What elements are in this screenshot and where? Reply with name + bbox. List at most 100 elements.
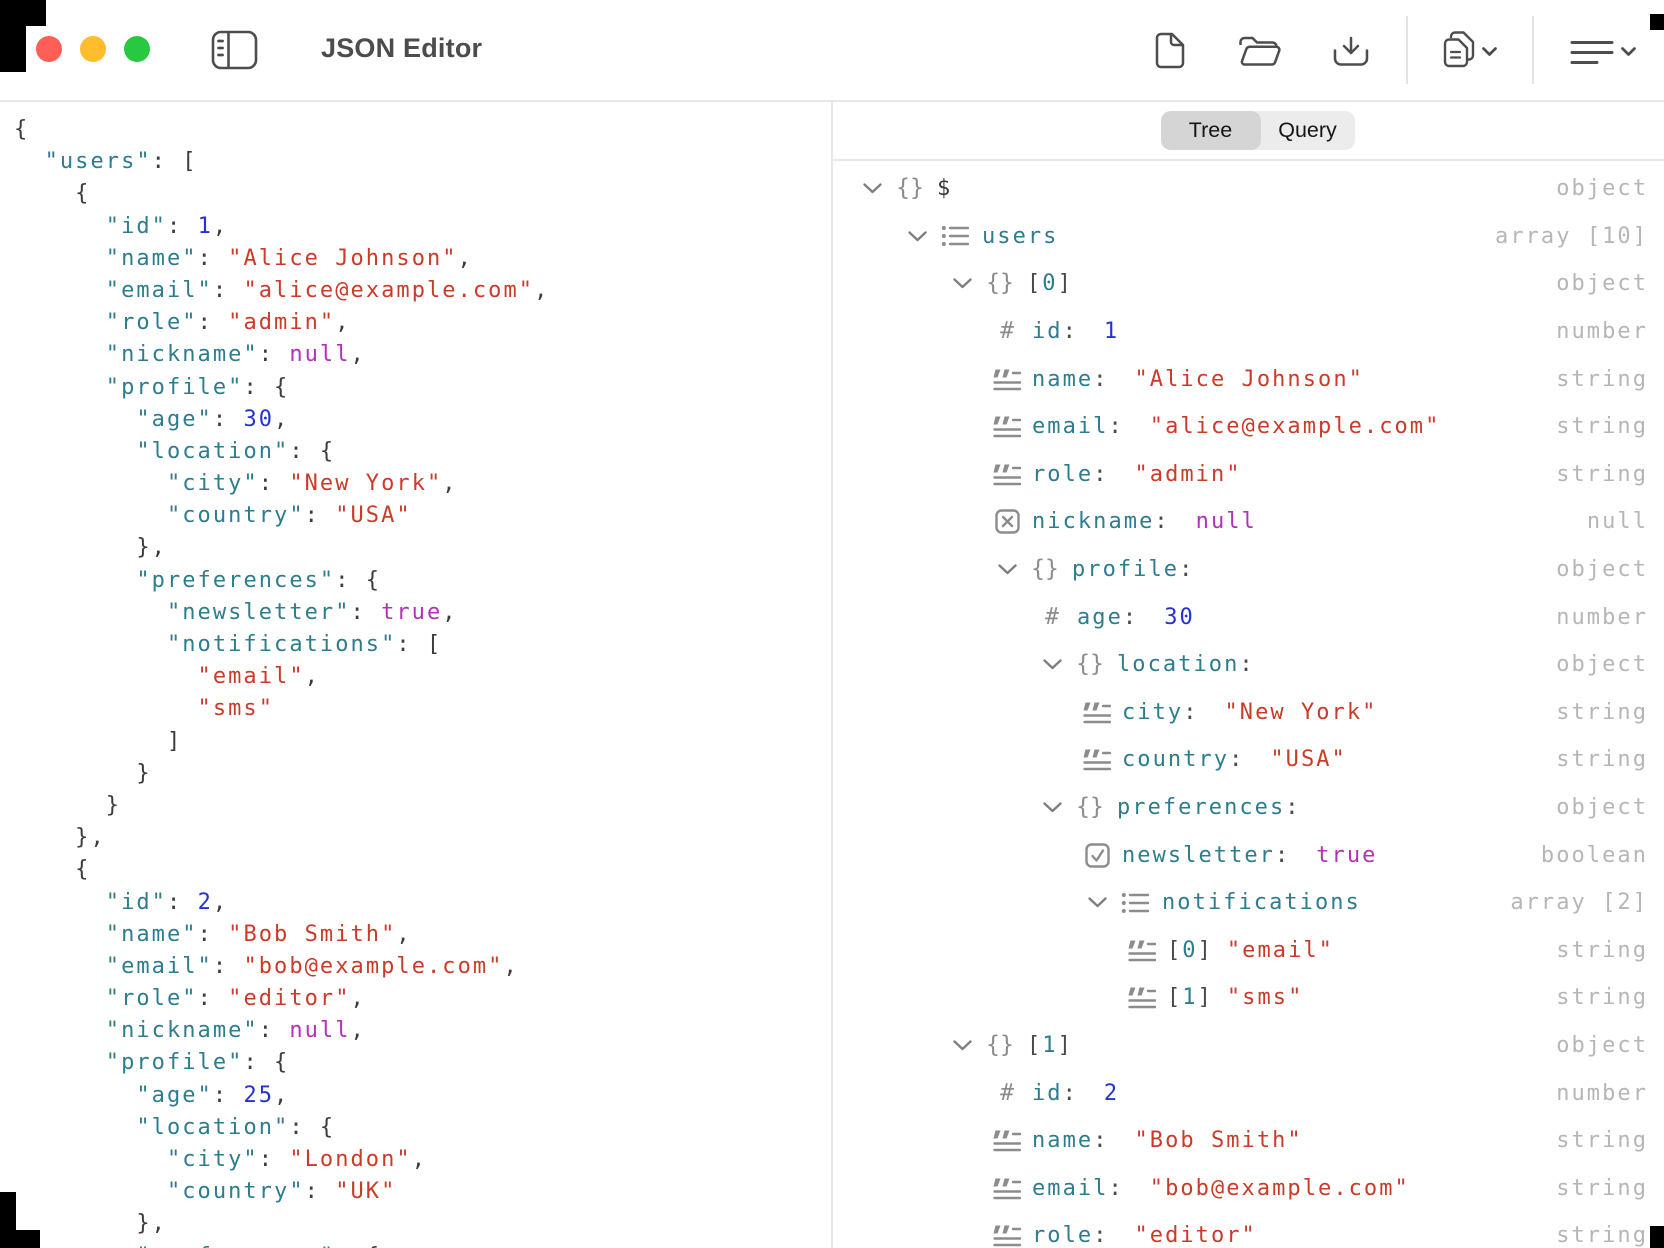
- tree-node-type: number: [1556, 605, 1648, 630]
- json-source-editor[interactable]: { "users": [ { "id": 1, "name": "Alice J…: [0, 102, 831, 1248]
- json-editor-window: JSON Editor: [0, 0, 1664, 1248]
- tree-node-label: role:: [1032, 462, 1108, 487]
- expand-chevron-icon[interactable]: [994, 563, 1020, 576]
- tab-query[interactable]: Query: [1261, 111, 1355, 150]
- number-sign-icon: #: [994, 1082, 1020, 1105]
- new-document-icon: [1154, 32, 1186, 69]
- save-export-button[interactable]: [1332, 36, 1370, 72]
- tree-row[interactable]: notificationsarray [2]: [833, 879, 1664, 927]
- tree-row[interactable]: role:"editor"string: [833, 1212, 1664, 1248]
- tree-node-label: id:: [1032, 319, 1078, 344]
- braces-icon: {}: [1077, 796, 1103, 819]
- code-line: "name": "Alice Johnson",: [14, 243, 831, 275]
- code-line: ]: [14, 726, 831, 758]
- code-line: {: [14, 178, 831, 210]
- text-quote-icon: [994, 415, 1020, 438]
- expand-chevron-icon[interactable]: [859, 182, 885, 195]
- tree-row[interactable]: usersarray [10]: [833, 213, 1664, 261]
- code-line: "role": "admin",: [14, 307, 831, 339]
- tree-row[interactable]: name:"Bob Smith"string: [833, 1117, 1664, 1165]
- tree-row[interactable]: nickname:nullnull: [833, 498, 1664, 546]
- tree-row[interactable]: {}profile:object: [833, 546, 1664, 594]
- number-sign-icon: #: [994, 320, 1020, 343]
- crop-mark-bottom-right: [1650, 1226, 1664, 1248]
- code-line: "nickname": null,: [14, 339, 831, 371]
- code-line: "preferences": {: [14, 1241, 831, 1248]
- chevron-down-icon: [1620, 46, 1637, 57]
- open-folder-icon: [1238, 35, 1282, 66]
- tree-node-type: string: [1556, 747, 1648, 772]
- open-file-button[interactable]: [1238, 35, 1282, 71]
- sidebar-icon: [211, 30, 258, 70]
- text-lines-icon: [1570, 40, 1614, 66]
- crop-mark-top-left-tail: [0, 0, 26, 72]
- code-line: "country": "USA": [14, 500, 831, 532]
- expand-chevron-icon[interactable]: [904, 230, 930, 243]
- code-line: "id": 2,: [14, 887, 831, 919]
- new-document-button[interactable]: [1154, 32, 1186, 74]
- tree-node-value: "New York": [1224, 700, 1377, 725]
- tree-node-value: 30: [1164, 605, 1195, 630]
- code-line: "location": {: [14, 1112, 831, 1144]
- code-line: "age": 25,: [14, 1080, 831, 1112]
- expand-chevron-icon[interactable]: [949, 277, 975, 290]
- tree-node-value: "email": [1227, 938, 1334, 963]
- tree-node-label: age:: [1077, 605, 1138, 630]
- format-menu-chevron[interactable]: [1620, 44, 1637, 62]
- tree-row[interactable]: role:"admin"string: [833, 451, 1664, 499]
- null-crossed-box-icon: [994, 509, 1020, 534]
- tree-row[interactable]: {}location:object: [833, 641, 1664, 689]
- toolbar-divider: [1532, 16, 1534, 84]
- close-button[interactable]: [36, 36, 62, 62]
- tree-row[interactable]: {}[1]object: [833, 1022, 1664, 1070]
- expand-chevron-icon[interactable]: [1039, 801, 1065, 814]
- expand-chevron-icon[interactable]: [1084, 896, 1110, 909]
- tree-row[interactable]: #id:1number: [833, 308, 1664, 356]
- tree-row[interactable]: newsletter:trueboolean: [833, 831, 1664, 879]
- tree-node-value: true: [1316, 843, 1377, 868]
- copy-menu-button[interactable]: [1442, 30, 1476, 73]
- tree-row[interactable]: name:"Alice Johnson"string: [833, 355, 1664, 403]
- tree-row[interactable]: {}preferences:object: [833, 784, 1664, 832]
- tree-row[interactable]: email:"bob@example.com"string: [833, 1164, 1664, 1212]
- braces-icon: {}: [897, 177, 923, 200]
- sidebar-toggle-button[interactable]: [211, 30, 258, 75]
- copy-documents-icon: [1442, 30, 1476, 68]
- code-line: "newsletter": true,: [14, 597, 831, 629]
- tree-row[interactable]: {}$object: [833, 165, 1664, 213]
- tree-row[interactable]: [1]"sms"string: [833, 974, 1664, 1022]
- tree-row[interactable]: #age:30number: [833, 593, 1664, 641]
- format-menu-button[interactable]: [1570, 40, 1614, 71]
- code-line: "name": "Bob Smith",: [14, 919, 831, 951]
- tree-row[interactable]: country:"USA"string: [833, 736, 1664, 784]
- expand-chevron-icon[interactable]: [1039, 658, 1065, 671]
- expand-chevron-icon[interactable]: [949, 1039, 975, 1052]
- tree-row[interactable]: email:"alice@example.com"string: [833, 403, 1664, 451]
- tree-node-value: "admin": [1134, 462, 1241, 487]
- code-line: "preferences": {: [14, 565, 831, 597]
- copy-menu-chevron[interactable]: [1481, 44, 1498, 62]
- tree-row[interactable]: city:"New York"string: [833, 689, 1664, 737]
- tree-node-type: string: [1556, 985, 1648, 1010]
- tree-node-type: object: [1556, 176, 1648, 201]
- tree-node-value: "editor": [1134, 1223, 1256, 1248]
- tree-row[interactable]: [0]"email"string: [833, 927, 1664, 975]
- tree-row[interactable]: #id:2number: [833, 1069, 1664, 1117]
- code-line: },: [14, 1208, 831, 1240]
- tree-node-value: null: [1196, 509, 1257, 534]
- tab-tree[interactable]: Tree: [1161, 111, 1261, 150]
- tree-node-value: "Alice Johnson": [1134, 367, 1363, 392]
- code-line: "city": "New York",: [14, 468, 831, 500]
- minimize-button[interactable]: [80, 36, 106, 62]
- tree-node-type: object: [1556, 1033, 1648, 1058]
- tree-node-type: number: [1556, 319, 1648, 344]
- braces-icon: {}: [1077, 653, 1103, 676]
- zoom-button[interactable]: [124, 36, 150, 62]
- code-line: "email",: [14, 661, 831, 693]
- code-line: {: [14, 854, 831, 886]
- tree-row[interactable]: {}[0]object: [833, 260, 1664, 308]
- tree-node-value: "Bob Smith": [1134, 1128, 1302, 1153]
- tree-node-label: location:: [1117, 652, 1255, 677]
- tree-node-label: users: [982, 224, 1058, 249]
- code-line: {: [14, 114, 831, 146]
